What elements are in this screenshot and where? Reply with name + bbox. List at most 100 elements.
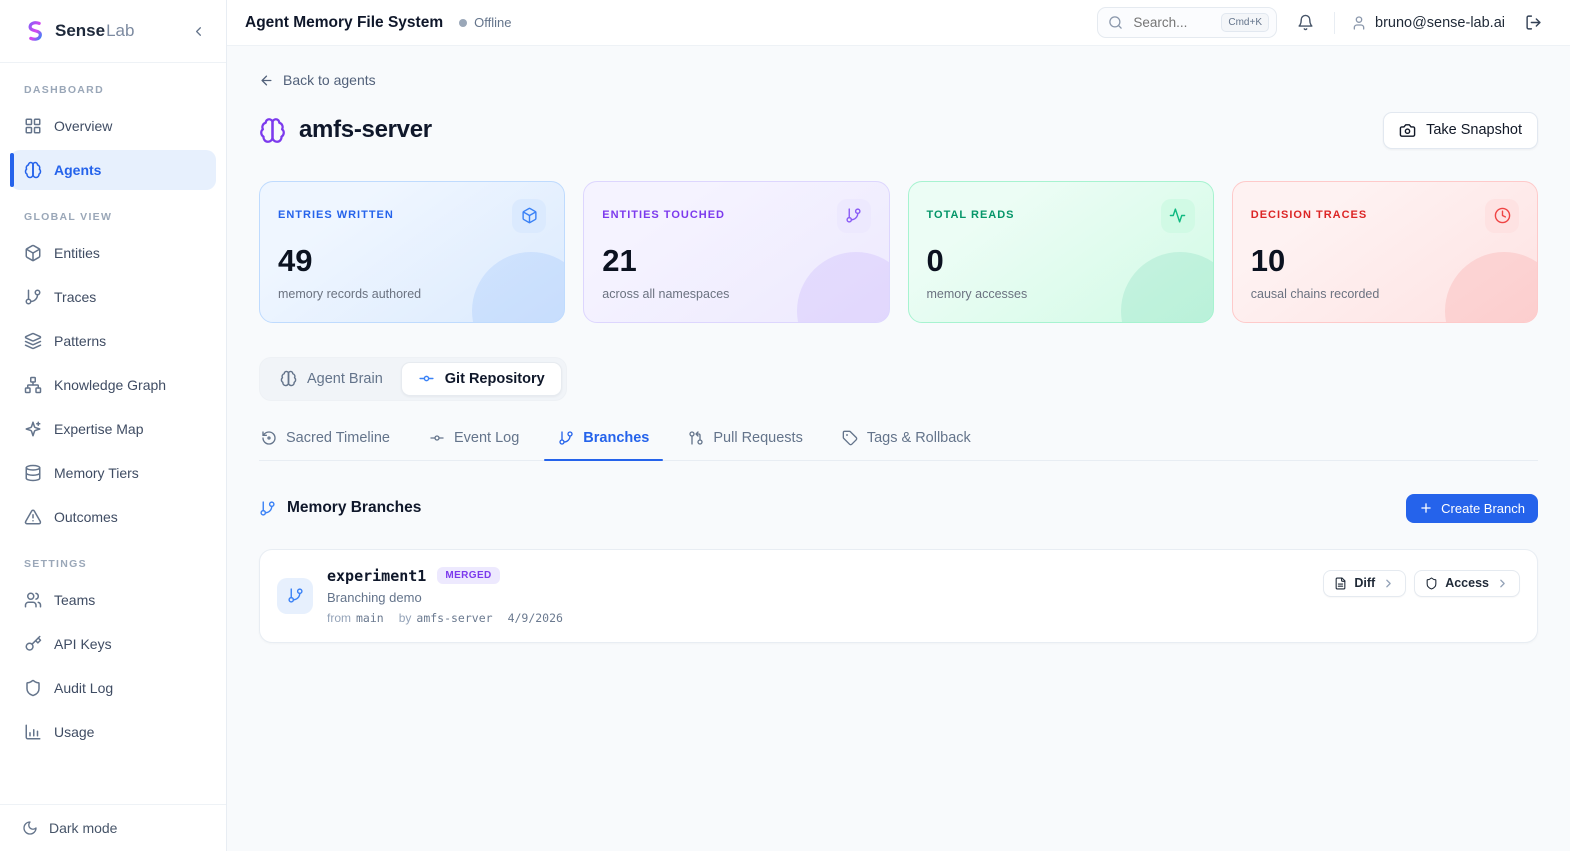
stat-card-entries-written: ENTRIES WRITTEN 49 memory records author…	[259, 181, 565, 323]
git-branch-icon	[259, 500, 276, 517]
tab-bar: Sacred Timeline Event Log Branches Pull …	[259, 418, 1538, 461]
activity-icon	[1161, 199, 1195, 233]
search-input[interactable]	[1131, 14, 1213, 31]
from-branch: main	[356, 611, 384, 625]
topbar-divider	[1334, 12, 1335, 34]
sidebar-item-label: Agents	[54, 162, 101, 178]
snapshot-button-label: Take Snapshot	[1426, 122, 1522, 138]
page-title: amfs-server	[299, 116, 432, 144]
tab-branches[interactable]: Branches	[556, 418, 651, 460]
stat-caption: across all namespaces	[602, 287, 870, 301]
toggle-label: Git Repository	[445, 371, 545, 387]
sidebar-item-audit-log[interactable]: Audit Log	[10, 668, 216, 708]
tab-pull-requests[interactable]: Pull Requests	[686, 418, 804, 460]
brain-icon	[259, 117, 286, 144]
file-text-icon	[1334, 577, 1347, 590]
branch-list-item[interactable]: experiment1 MERGED Branching demo from m…	[259, 549, 1538, 643]
back-to-agents-link[interactable]: Back to agents	[259, 72, 376, 88]
sidebar-item-overview[interactable]: Overview	[10, 106, 216, 146]
main-area: Agent Memory File System Offline Cmd+K b…	[227, 0, 1570, 851]
sidebar-item-api-keys[interactable]: API Keys	[10, 624, 216, 664]
sidebar-item-label: Overview	[54, 118, 112, 134]
logout-button[interactable]	[1521, 10, 1546, 35]
view-mode-toggle: Agent Brain Git Repository	[259, 357, 567, 401]
stats-grid: ENTRIES WRITTEN 49 memory records author…	[259, 181, 1538, 323]
tab-label: Sacred Timeline	[286, 430, 390, 446]
access-button[interactable]: Access	[1414, 570, 1520, 597]
sparkles-icon	[24, 420, 42, 438]
app-title: Agent Memory File System	[245, 14, 443, 32]
arrow-left-icon	[259, 73, 274, 88]
from-label: from	[327, 611, 351, 625]
sidebar-item-traces[interactable]: Traces	[10, 277, 216, 317]
shield-icon	[1425, 577, 1438, 590]
notifications-button[interactable]	[1293, 10, 1318, 35]
sidebar-item-label: Audit Log	[54, 680, 113, 696]
sidebar-item-label: Entities	[54, 245, 100, 261]
branch-name: experiment1	[327, 567, 426, 585]
status-label: Offline	[474, 15, 511, 30]
sidebar-item-outcomes[interactable]: Outcomes	[10, 497, 216, 537]
create-branch-label: Create Branch	[1441, 501, 1525, 516]
dark-mode-toggle[interactable]: Dark mode	[0, 804, 226, 851]
branch-date: 4/9/2026	[508, 611, 563, 625]
sidebar-collapse-button[interactable]	[187, 20, 210, 43]
stat-value: 10	[1251, 243, 1519, 279]
sidebar-nav: DASHBOARD Overview Agents GLOBAL VIEW En…	[0, 63, 226, 804]
tab-tags-rollback[interactable]: Tags & Rollback	[840, 418, 973, 460]
sidebar-item-usage[interactable]: Usage	[10, 712, 216, 752]
sidebar-item-knowledge-graph[interactable]: Knowledge Graph	[10, 365, 216, 405]
stat-card-entities-touched: ENTITIES TOUCHED 21 across all namespace…	[583, 181, 889, 323]
nav-section-settings: SETTINGS	[10, 541, 216, 580]
box-icon	[24, 244, 42, 262]
sidebar-item-memory-tiers[interactable]: Memory Tiers	[10, 453, 216, 493]
sidebar-item-label: Expertise Map	[54, 421, 143, 437]
brand-logo[interactable]: SenseLab	[22, 19, 134, 44]
sidebar-item-entities[interactable]: Entities	[10, 233, 216, 273]
sidebar-item-agents[interactable]: Agents	[10, 150, 216, 190]
stat-caption: memory records authored	[278, 287, 546, 301]
tab-event-log[interactable]: Event Log	[427, 418, 521, 460]
search-icon	[1108, 15, 1123, 30]
toggle-agent-brain[interactable]: Agent Brain	[264, 362, 399, 396]
git-commit-icon	[429, 430, 445, 446]
by-label: by	[399, 611, 412, 625]
access-button-label: Access	[1445, 576, 1489, 590]
git-branch-icon	[24, 288, 42, 306]
branch-actions: Diff Access	[1323, 570, 1520, 597]
diff-button-label: Diff	[1354, 576, 1375, 590]
brand-name-bold: Sense	[55, 21, 105, 41]
stat-label: TOTAL READS	[927, 209, 1015, 221]
search-shortcut-badge: Cmd+K	[1221, 13, 1269, 32]
user-email: bruno@sense-lab.ai	[1375, 15, 1505, 31]
tab-label: Tags & Rollback	[867, 430, 971, 446]
toggle-label: Agent Brain	[307, 371, 383, 387]
page-content: Back to agents amfs-server Take Snapshot…	[227, 46, 1570, 851]
key-icon	[24, 635, 42, 653]
moon-icon	[22, 820, 38, 836]
sidebar-item-patterns[interactable]: Patterns	[10, 321, 216, 361]
stat-card-decision-traces: DECISION TRACES 10 causal chains recorde…	[1232, 181, 1538, 323]
branch-meta: from main by amfs-server 4/9/2026	[327, 611, 1309, 625]
page-header: amfs-server Take Snapshot	[259, 112, 1538, 149]
diff-button[interactable]: Diff	[1323, 570, 1406, 597]
section-title-label: Memory Branches	[287, 499, 421, 517]
tab-sacred-timeline[interactable]: Sacred Timeline	[259, 418, 392, 460]
alert-triangle-icon	[24, 508, 42, 526]
take-snapshot-button[interactable]: Take Snapshot	[1383, 112, 1538, 149]
user-menu[interactable]: bruno@sense-lab.ai	[1351, 15, 1505, 31]
sidebar-item-label: Teams	[54, 592, 95, 608]
create-branch-button[interactable]: Create Branch	[1406, 494, 1538, 523]
status-dot-icon	[459, 19, 467, 27]
tag-icon	[842, 430, 858, 446]
sidebar-item-teams[interactable]: Teams	[10, 580, 216, 620]
nav-section-dashboard: DASHBOARD	[10, 67, 216, 106]
sidebar-item-label: Knowledge Graph	[54, 377, 166, 393]
search-box[interactable]: Cmd+K	[1097, 7, 1277, 38]
layers-icon	[24, 332, 42, 350]
toggle-git-repository[interactable]: Git Repository	[401, 362, 562, 396]
sidebar-item-expertise-map[interactable]: Expertise Map	[10, 409, 216, 449]
stat-card-total-reads: TOTAL READS 0 memory accesses	[908, 181, 1214, 323]
users-icon	[24, 591, 42, 609]
brain-icon	[280, 370, 297, 387]
